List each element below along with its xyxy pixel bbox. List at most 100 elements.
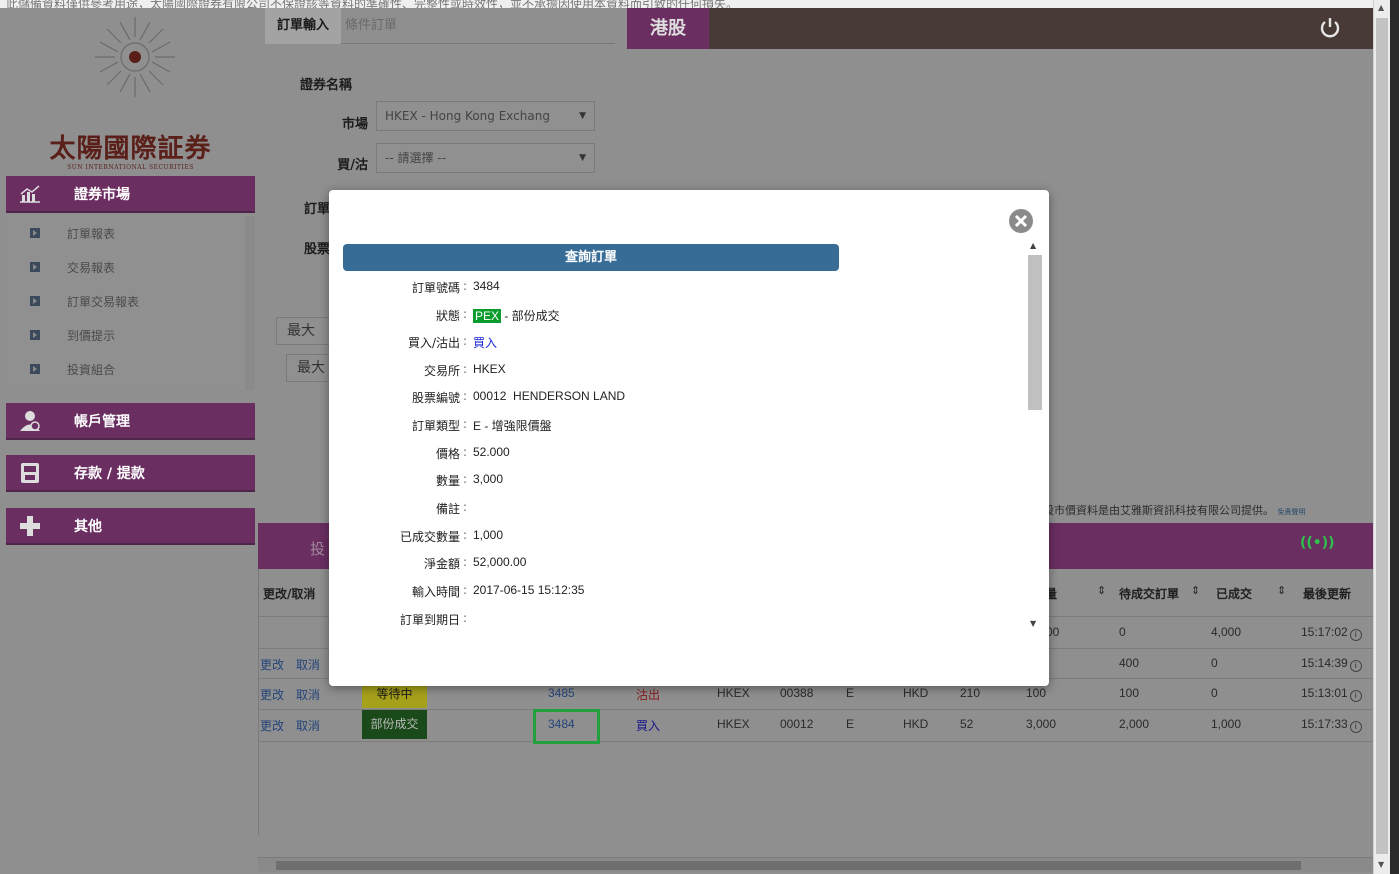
cell-exchange: HKEX	[717, 686, 750, 700]
cancel-link[interactable]: 取消	[296, 717, 320, 734]
chart-icon	[6, 175, 54, 212]
field-label: 交易所	[423, 364, 460, 378]
col-header-updated[interactable]: 最後更新	[1303, 585, 1351, 602]
cell-exchange: HKEX	[717, 717, 750, 731]
scrollbar-thumb[interactable]	[1028, 255, 1042, 410]
field-label: 已成交數量	[399, 530, 460, 544]
field-exchange: HKEX	[473, 362, 506, 376]
nav-label: 帳戶管理	[74, 413, 130, 430]
modify-link[interactable]: 更改	[260, 717, 284, 734]
market-select[interactable]: HKEX - Hong Kong Exchang ▼	[376, 101, 595, 131]
order-number-link[interactable]: 3485	[548, 686, 575, 700]
cell-updated: 15:17:02 i	[1301, 625, 1362, 641]
nav-label: 存款 / 提款	[74, 465, 145, 482]
sort-icon[interactable]: ⇕	[1277, 584, 1286, 597]
field-label: 狀態	[435, 309, 460, 323]
field-side: 買入	[473, 336, 498, 350]
bullet-icon	[30, 364, 40, 374]
col-header-action: 更改/取消	[263, 587, 316, 601]
field-net-amount: 52,000.00	[473, 555, 527, 569]
order-table-title: 投	[310, 540, 326, 558]
cancel-link[interactable]: 取消	[296, 656, 320, 673]
submenu-order-trade-report[interactable]: 訂單交易報表	[6, 284, 245, 318]
cell-side: 沽出	[636, 688, 661, 702]
scroll-up-arrow-icon[interactable]: ▲	[1378, 3, 1384, 12]
cell-price: 210	[960, 686, 981, 700]
cell-pending: 0	[1119, 625, 1126, 639]
cell-pending: 400	[1119, 656, 1140, 670]
modal-title: 查詢訂單	[343, 244, 839, 271]
vertical-scrollbar[interactable]: ▲ ▼	[1373, 0, 1390, 874]
bullet-icon	[30, 296, 40, 306]
scroll-up-arrow-icon[interactable]: ▲	[1030, 241, 1036, 250]
scrollbar-thumb[interactable]	[276, 861, 1301, 870]
field-status: PEX - 部份成交	[473, 309, 560, 323]
submenu-portfolio[interactable]: 投資組合	[6, 352, 245, 386]
close-icon[interactable]	[1007, 207, 1035, 235]
data-source-disclaimer: 股市價資料是由艾雅斯資訊科技有限公司提供。 免責聲明	[1043, 504, 1306, 517]
info-icon[interactable]: i	[1349, 629, 1362, 641]
top-disclaimer-strip: 此儲備資料僅供參考用途，太陽國際證券有限公司不保證該等資料的準確性、完整性或時效…	[0, 0, 1399, 8]
cell-updated: 15:17:33 i	[1301, 717, 1362, 733]
nav-deposit-withdraw[interactable]: 存款 / 提款	[6, 455, 255, 492]
field-label: 價格	[435, 447, 460, 461]
info-icon[interactable]: i	[1349, 721, 1362, 733]
field-label: 淨金額	[423, 557, 460, 571]
cell-qty: 3,000	[1026, 717, 1057, 731]
cell-executed: 1,000	[1211, 717, 1242, 731]
modify-link[interactable]: 更改	[260, 686, 284, 703]
nav-securities-market[interactable]: 證券市場	[6, 176, 255, 213]
field-label: 買入/沽出	[407, 336, 460, 350]
logo-english-text: SUN INTERNATIONAL SECURITIES	[67, 164, 194, 171]
cancel-link[interactable]: 取消	[296, 686, 320, 703]
disclaimer-link[interactable]: 免責聲明	[1278, 508, 1306, 516]
modify-link[interactable]: 更改	[260, 656, 284, 673]
status-code-badge: PEX	[473, 309, 502, 323]
order-tabs: 訂單輸入 條件訂單	[265, 8, 615, 44]
scroll-down-arrow-icon[interactable]: ▼	[1378, 860, 1384, 869]
sort-icon[interactable]: ⇕	[1191, 584, 1200, 597]
scrollbar-thumb[interactable]	[1376, 18, 1388, 854]
submenu-trade-report[interactable]: 交易報表	[6, 250, 245, 284]
row-divider	[258, 741, 1373, 742]
power-icon[interactable]	[1318, 16, 1342, 40]
market-header-bar	[627, 8, 1373, 49]
tab-order-entry[interactable]: 訂單輸入	[265, 8, 341, 44]
cell-side: 買入	[636, 719, 661, 733]
col-header-executed[interactable]: 已成交	[1216, 585, 1252, 602]
company-logo: 太陽國際証券 SUN INTERNATIONAL SECURITIES	[6, 8, 255, 176]
scroll-down-arrow-icon[interactable]: ▼	[1030, 619, 1036, 628]
nav-other[interactable]: 其他	[6, 508, 255, 545]
account-icon	[6, 402, 54, 439]
info-icon[interactable]: i	[1349, 660, 1362, 672]
submenu-price-alert[interactable]: 到價提示	[6, 318, 245, 352]
window-edge	[1390, 0, 1399, 874]
field-label: 輸入時間	[411, 585, 460, 599]
cell-pending: 100	[1119, 686, 1140, 700]
side-select[interactable]: -- 請選擇 -- ▼	[376, 143, 595, 173]
sort-icon[interactable]: ⇕	[1097, 584, 1106, 597]
cell-qty: 100	[1026, 686, 1047, 700]
securities-submenu: 訂單報表 交易報表 訂單交易報表 到價提示 投資組合	[6, 216, 255, 390]
nav-account-management[interactable]: 帳戶管理	[6, 403, 255, 440]
field-label: 訂單號碼	[411, 281, 460, 295]
cell-updated: 15:13:01 i	[1301, 686, 1362, 702]
field-price: 52.000	[473, 445, 510, 459]
cell-type: E	[846, 686, 855, 700]
field-label: 訂單到期日	[399, 613, 460, 627]
cell-executed: 4,000	[1211, 625, 1242, 639]
col-header-pending[interactable]: 待成交訂單	[1119, 585, 1179, 602]
horizontal-scrollbar[interactable]	[258, 857, 1373, 872]
modal-scrollbar[interactable]: ▲ ▼	[1027, 241, 1044, 633]
submenu-order-report[interactable]: 訂單報表	[6, 216, 245, 250]
highlight-box	[533, 709, 600, 744]
cell-price: 52	[960, 717, 974, 731]
field-executed-qty: 1,000	[473, 528, 504, 542]
side-label: 買/沽	[337, 158, 368, 173]
market-header-label: 港股	[627, 8, 709, 49]
info-icon[interactable]: i	[1349, 690, 1362, 702]
logo-chinese-text: 太陽國際証券	[49, 134, 212, 164]
tab-conditional-order[interactable]: 條件訂單	[345, 8, 397, 44]
max-button[interactable]: 最大	[276, 317, 336, 345]
chevron-down-icon: ▼	[579, 111, 586, 121]
